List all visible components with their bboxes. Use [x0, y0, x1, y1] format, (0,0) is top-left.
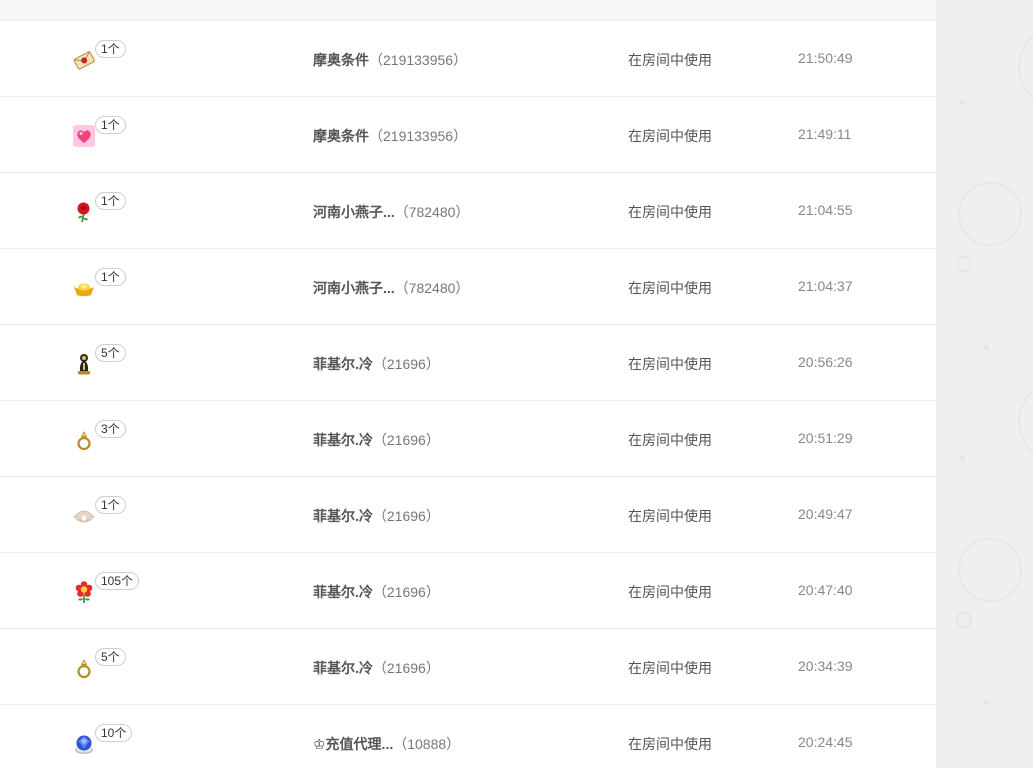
time-stamp: 20:24:45: [798, 734, 853, 750]
sender-id: （21696）: [372, 508, 440, 524]
gift-count-badge: 10个: [95, 724, 133, 742]
sender-cell: 河南小燕子...（782480）: [313, 202, 469, 222]
sender-cell: 菲基尔.冷（21696）: [313, 582, 440, 602]
table-row: 1个菲基尔.冷（21696） 在房间中使用 20:49:47: [0, 477, 936, 553]
sender-name: 菲基尔.冷: [313, 584, 373, 600]
table-row: 105个菲基尔.冷（21696） 在房间中使用 20:47:40: [0, 553, 936, 629]
time-stamp: 21:04:37: [798, 278, 853, 294]
usage-location: 在房间中使用: [628, 660, 712, 676]
sender-name: 菲基尔.冷: [313, 356, 373, 372]
usage-location: 在房间中使用: [628, 508, 712, 524]
sender-name: 摩奥条件: [313, 52, 369, 68]
table-row: 5个菲基尔.冷（21696） 在房间中使用 20:34:39: [0, 629, 936, 705]
sender-id: （21696）: [372, 660, 440, 676]
usage-location: 在房间中使用: [628, 204, 712, 220]
sender-id: （219133956）: [369, 52, 468, 68]
sender-name: 菲基尔.冷: [313, 660, 373, 676]
time-stamp: 20:56:26: [798, 354, 853, 370]
table-row: 3个菲基尔.冷（21696） 在房间中使用 20:51:29: [0, 401, 936, 477]
sender-id: （782480）: [394, 280, 470, 296]
gift-count-badge: 105个: [95, 572, 140, 590]
time-stamp: 20:34:39: [798, 658, 853, 674]
gold-ring-icon: [72, 656, 96, 680]
gift-count-badge: 1个: [95, 496, 126, 514]
sender-cell: 菲基尔.冷（21696）: [313, 506, 440, 526]
time-stamp: 21:04:55: [798, 202, 853, 218]
sender-cell: ♔充值代理...（10888）: [313, 734, 460, 754]
sender-cell: 菲基尔.冷（21696）: [313, 658, 440, 678]
sender-id: （10888）: [393, 736, 461, 752]
usage-location: 在房间中使用: [628, 280, 712, 296]
sender-cell: 摩奥条件（219133956）: [313, 126, 467, 146]
sender-cell: 河南小燕子...（782480）: [313, 278, 469, 298]
table-row: 1个河南小燕子...（782480） 在房间中使用 21:04:37: [0, 249, 936, 325]
gift-record-table: 1个 摩奥条件（219133956） 在房间中使用 21:50:49 1个 摩奥条件（21…: [0, 0, 936, 768]
blue-gem-icon: [72, 732, 96, 756]
sender-name: 菲基尔.冷: [313, 432, 373, 448]
usage-location: 在房间中使用: [628, 128, 712, 144]
gift-count-badge: 3个: [95, 420, 126, 438]
table-row: 5个菲基尔.冷（21696） 在房间中使用 20:56:26: [0, 325, 936, 401]
gift-record-list: 1个 摩奥条件（219133956） 在房间中使用 21:50:49 1个 摩奥条件（21…: [0, 21, 936, 768]
table-row: 1个摩奥条件（219133956） 在房间中使用 21:49:11: [0, 97, 936, 173]
time-stamp: 21:50:49: [798, 50, 853, 66]
table-row: 1个河南小燕子...（782480） 在房间中使用 21:04:55: [0, 173, 936, 249]
table-header-strip: [0, 0, 936, 21]
pearl-shell-icon: [72, 504, 96, 528]
usage-location: 在房间中使用: [628, 52, 712, 68]
sender-cell: 菲基尔.冷（21696）: [313, 430, 440, 450]
gift-count-badge: 5个: [95, 344, 126, 362]
gold-ingot-icon: [72, 276, 96, 300]
gold-ring-icon: [72, 428, 96, 452]
trophy-figure-icon: [72, 352, 96, 376]
sender-id: （219133956）: [369, 128, 468, 144]
sender-id: （21696）: [372, 432, 440, 448]
red-rose-icon: [72, 200, 96, 224]
gift-count-badge: 1个: [95, 40, 126, 58]
usage-location: 在房间中使用: [628, 584, 712, 600]
sender-id: （782480）: [394, 204, 470, 220]
sender-name: 河南小燕子...: [313, 204, 395, 220]
sender-cell: 摩奥条件（219133956）: [313, 50, 467, 70]
table-row: 1个摩奥条件（219133956） 在房间中使用 21:50:49: [0, 21, 936, 97]
sender-name: 菲基尔.冷: [313, 508, 373, 524]
sender-cell: 菲基尔.冷（21696）: [313, 354, 440, 374]
time-stamp: 21:49:11: [798, 126, 852, 142]
gift-count-badge: 1个: [95, 116, 126, 134]
sender-id: （21696）: [372, 356, 440, 372]
sealed-letter-icon: [72, 48, 96, 72]
time-stamp: 20:47:40: [798, 582, 853, 598]
time-stamp: 20:51:29: [798, 430, 853, 446]
usage-location: 在房间中使用: [628, 432, 712, 448]
sender-name: 河南小燕子...: [313, 280, 395, 296]
red-flower-icon: [72, 580, 96, 604]
usage-location: 在房间中使用: [628, 356, 712, 372]
time-stamp: 20:49:47: [798, 506, 853, 522]
table-row: 10个 ♔充值代理...（10888） 在房间中使用 20:24:45: [0, 705, 936, 768]
gift-count-badge: 1个: [95, 192, 126, 210]
sender-name: 摩奥条件: [313, 128, 369, 144]
gift-count-badge: 5个: [95, 648, 126, 666]
gift-count-badge: 1个: [95, 268, 126, 286]
pink-heart-icon: [72, 124, 96, 148]
usage-location: 在房间中使用: [628, 736, 712, 752]
background-decoration: [936, 0, 1033, 768]
sender-name: ♔充值代理...: [313, 736, 394, 752]
sender-id: （21696）: [372, 584, 440, 600]
